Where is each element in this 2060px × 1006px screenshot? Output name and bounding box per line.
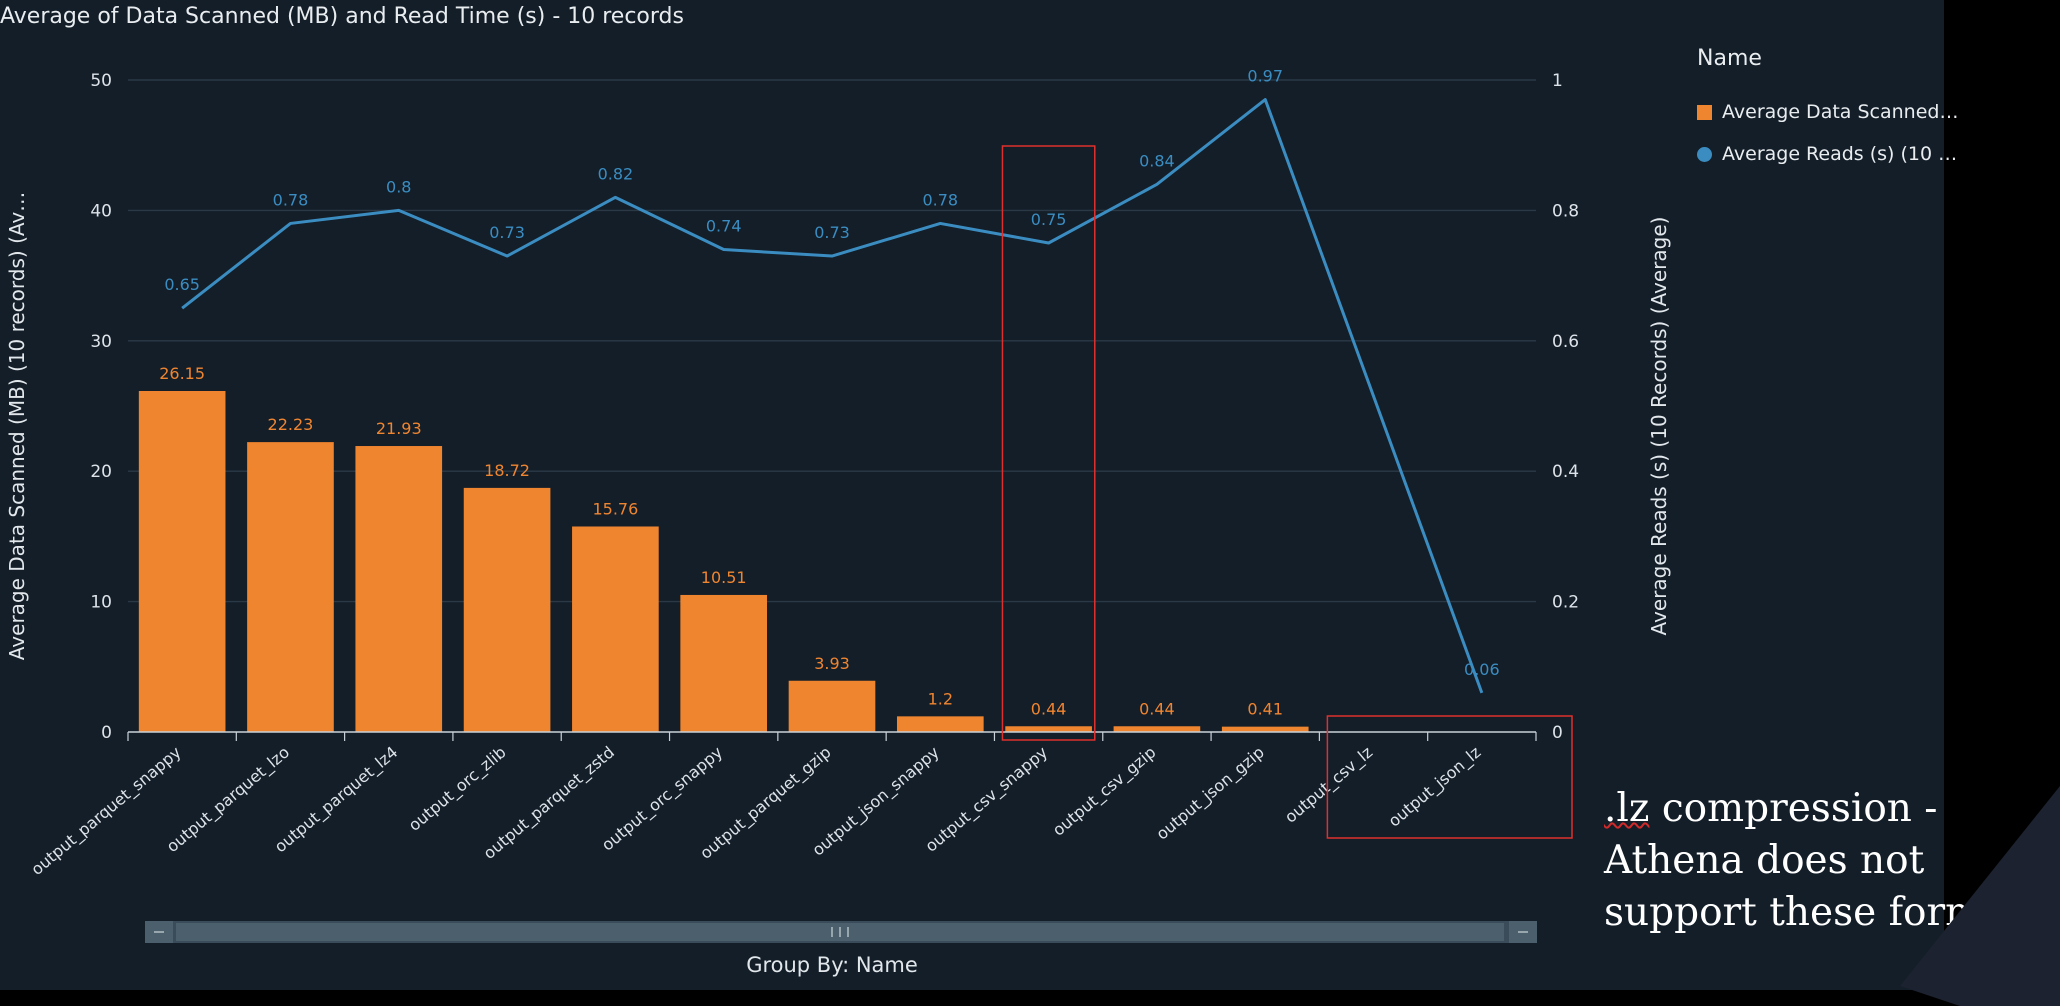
bar — [680, 594, 768, 732]
bar — [463, 487, 551, 732]
y-tick-label: 10 — [90, 593, 112, 613]
legend-label: Average Reads (s) (10 … — [1722, 143, 1958, 165]
x-axis-title: Group By: Name — [746, 953, 918, 977]
line-value-label: 0.78 — [273, 190, 309, 209]
y2-axis-title: Average Reads (s) (10 Records) (Average) — [1647, 217, 1671, 636]
y-tick-label: 0 — [101, 723, 112, 743]
y2-tick-label: 0.8 — [1552, 201, 1579, 221]
bar-value-label: 1.2 — [928, 689, 953, 708]
x-category-label: output_parquet_snappy — [27, 743, 185, 880]
bar-value-label: 0.41 — [1247, 700, 1283, 719]
annotation-prefix: .lz — [1604, 786, 1650, 831]
line-value-label: 0.8 — [386, 177, 411, 196]
bar — [896, 716, 984, 732]
line-value-label: 0.06 — [1464, 660, 1500, 679]
bar-value-label: 18.72 — [484, 461, 530, 480]
line-swatch-icon — [1697, 146, 1712, 162]
line-value-label: 0.78 — [922, 190, 958, 209]
y2-tick-label: 0.2 — [1552, 593, 1579, 613]
bar — [1113, 726, 1201, 732]
legend: Name Average Data Scanned… Average Reads… — [1697, 46, 1958, 185]
x-category-label: output_csv_lz — [1281, 743, 1377, 828]
line-value-label: 0.73 — [489, 223, 525, 242]
bar-value-label: 0.44 — [1031, 699, 1067, 718]
bar-value-label: 3.93 — [814, 654, 850, 673]
x-category-label: output_json_gzip — [1152, 743, 1268, 845]
bar-swatch-icon — [1697, 104, 1712, 120]
line-value-label: 0.84 — [1139, 151, 1175, 170]
bar — [247, 442, 334, 732]
y-tick-label: 40 — [90, 201, 112, 221]
y2-tick-label: 1 — [1552, 71, 1563, 91]
bar-value-label: 10.51 — [701, 568, 747, 587]
bar — [138, 391, 226, 732]
bar-value-label: 22.23 — [268, 415, 314, 434]
bar — [1005, 726, 1092, 732]
y-tick-label: 50 — [90, 71, 112, 91]
y2-tick-label: 0.6 — [1552, 332, 1579, 352]
y2-tick-label: 0.4 — [1552, 462, 1579, 482]
legend-item-reads[interactable]: Average Reads (s) (10 … — [1697, 143, 1958, 165]
y-tick-label: 20 — [90, 462, 112, 482]
x-category-label: output_csv_snappy — [921, 743, 1051, 857]
bar-value-label: 15.76 — [592, 499, 638, 518]
stage: Average of Data Scanned (MB) and Read Ti… — [0, 0, 2060, 1006]
x-category-label: output_json_lz — [1385, 743, 1485, 832]
range-scrollbar[interactable] — [145, 921, 1537, 943]
line-value-label: 0.73 — [814, 223, 850, 242]
corner-decoration — [1900, 786, 2060, 1006]
line-value-label: 0.65 — [164, 275, 200, 294]
x-category-label: output_csv_gzip — [1049, 743, 1160, 841]
bar-value-label: 26.15 — [159, 364, 205, 383]
line-value-label: 0.75 — [1031, 210, 1067, 229]
bar — [572, 526, 659, 732]
line-value-label: 0.82 — [598, 164, 634, 183]
line-value-label: 0.74 — [706, 217, 742, 236]
legend-title: Name — [1697, 46, 1762, 71]
y-tick-label: 30 — [90, 332, 112, 352]
x-category-label: output_orc_zlib — [405, 743, 511, 836]
bar — [355, 446, 443, 732]
bar-value-label: 21.93 — [376, 419, 422, 438]
line-value-label: 0.97 — [1247, 67, 1283, 86]
bar — [788, 680, 876, 732]
bar-value-label: 0.44 — [1139, 699, 1175, 718]
legend-item-data-scanned[interactable]: Average Data Scanned… — [1697, 101, 1958, 123]
highlight-box — [1001, 145, 1096, 741]
legend-label: Average Data Scanned… — [1722, 101, 1959, 123]
bar — [1221, 726, 1309, 732]
x-category-label: output_parquet_lz4 — [271, 743, 402, 858]
y-axis-title: Average Data Scanned (MB) (10 records) (… — [5, 192, 29, 660]
y2-tick-label: 0 — [1552, 723, 1563, 743]
